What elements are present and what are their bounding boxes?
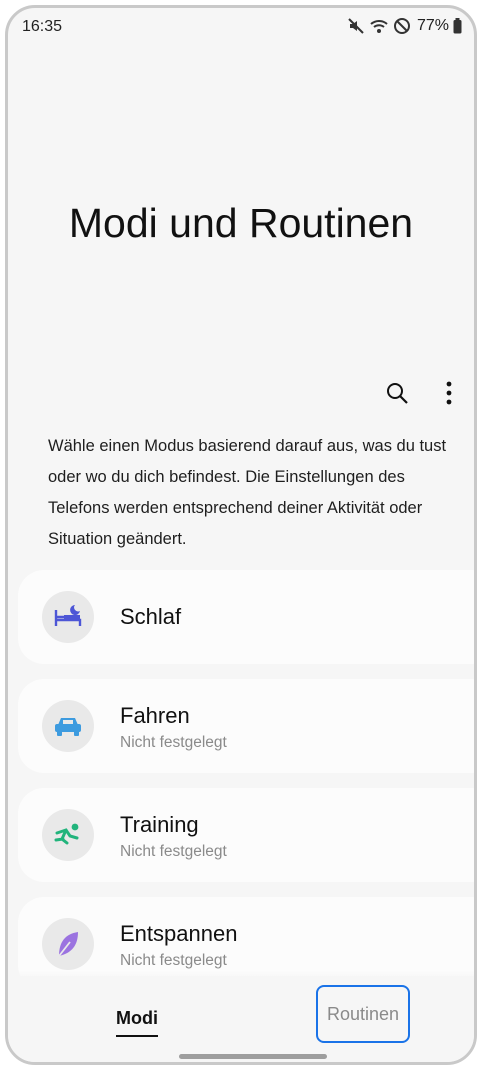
- wifi-icon: [369, 17, 389, 35]
- page-title: Modi und Routinen: [68, 200, 414, 246]
- tab-modes[interactable]: Modi: [116, 1008, 158, 1037]
- page-description: Wähle einen Modus basierend darauf aus, …: [48, 437, 447, 548]
- more-vertical-icon: [446, 381, 452, 405]
- tab-routines-label: Routinen: [326, 1003, 400, 1024]
- mode-card-schlaf[interactable]: Schlaf: [18, 570, 474, 664]
- tab-routines[interactable]: Routinen: [316, 985, 410, 1043]
- status-icons: 77%: [347, 17, 462, 35]
- tab-modes-label: Modi: [116, 1008, 158, 1028]
- search-icon: [387, 383, 408, 404]
- sleep-bed-icon: [42, 591, 94, 643]
- phone-screen: 16:35 77% Modi und Routinen Wähle einen …: [5, 5, 477, 1065]
- search-button[interactable]: [382, 378, 412, 408]
- mode-name: Entspannen: [120, 921, 238, 946]
- battery-icon: [453, 18, 462, 34]
- do-not-disturb-icon: [393, 17, 411, 35]
- mode-status: Nicht festgelegt: [120, 843, 227, 860]
- battery-percent: 77%: [416, 17, 449, 34]
- mode-name: Schlaf: [120, 604, 182, 629]
- toolbar: [382, 378, 464, 408]
- status-bar: 16:35 77%: [8, 8, 474, 48]
- car-icon: [42, 700, 94, 752]
- mode-status: Nicht festgelegt: [120, 734, 227, 751]
- mode-name: Fahren: [120, 703, 190, 728]
- more-options-button[interactable]: [434, 378, 464, 408]
- active-tab-indicator: [116, 1035, 158, 1037]
- home-indicator[interactable]: [179, 1054, 327, 1059]
- bottom-navigation: Modi Routinen: [8, 976, 474, 1062]
- status-time: 16:35: [22, 18, 63, 35]
- running-person-icon: [42, 809, 94, 861]
- mode-card-training[interactable]: Training Nicht festgelegt: [18, 788, 474, 882]
- mode-card-fahren[interactable]: Fahren Nicht festgelegt: [18, 679, 474, 773]
- mode-name: Training: [120, 812, 199, 837]
- mode-status: Nicht festgelegt: [120, 952, 227, 969]
- leaf-icon: [42, 918, 94, 970]
- mute-icon: [347, 17, 365, 35]
